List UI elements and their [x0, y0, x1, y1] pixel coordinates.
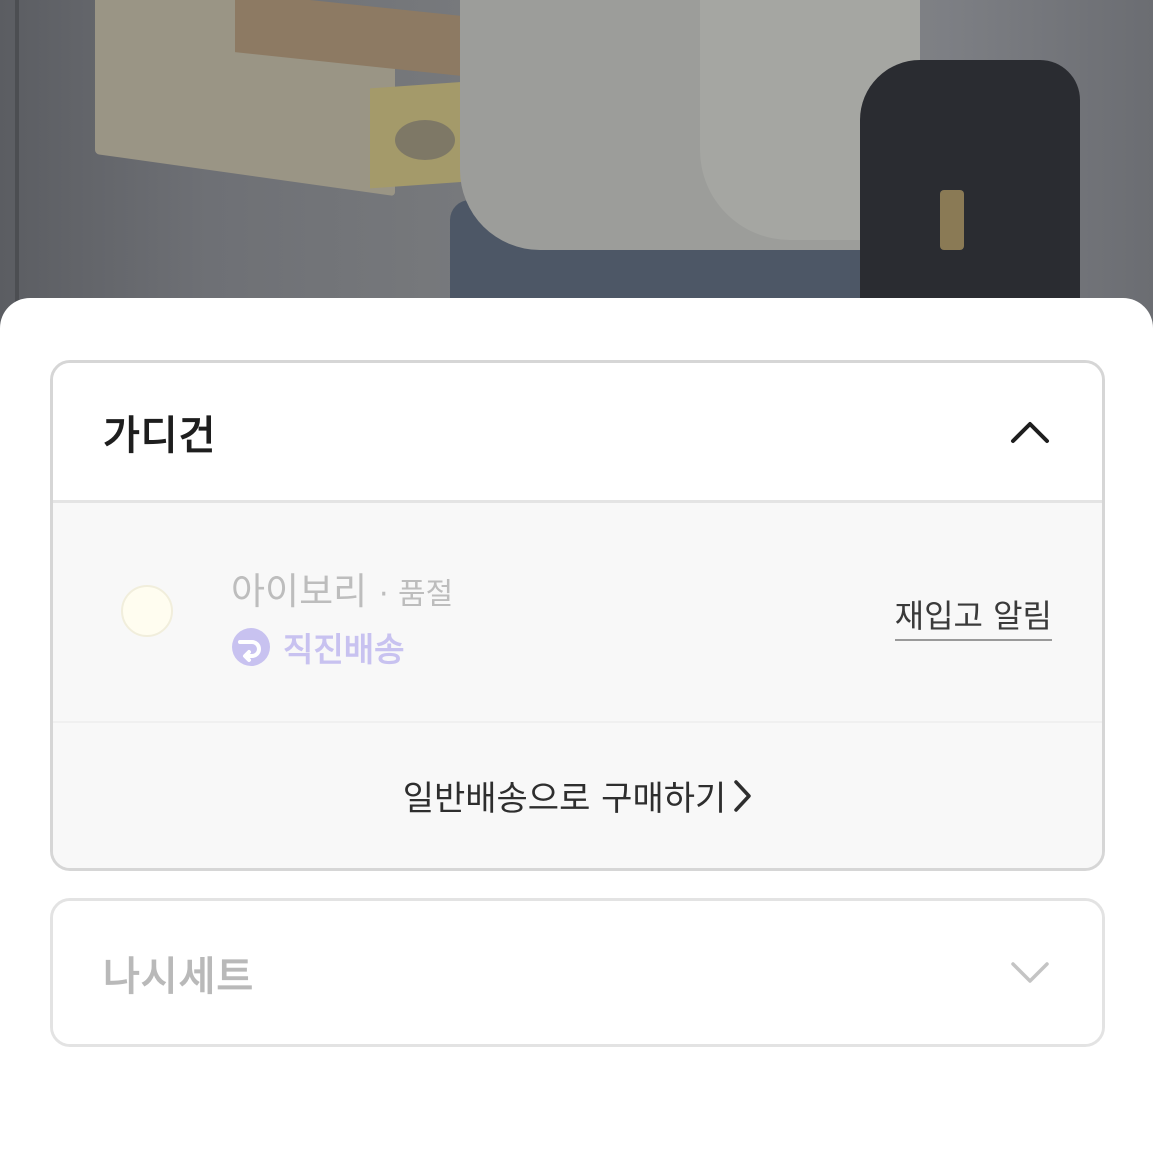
photo-shape: [940, 190, 964, 250]
option-group-title: 나시세트: [103, 953, 255, 1000]
restock-alert-link[interactable]: 재입고 알림: [894, 591, 1052, 641]
option-name: 아이보리: [231, 570, 368, 613]
option-bottom-sheet: 가디건 아이보리 · 품절 직진배송 재입고 알림 일반배송으로 구매하기 나시…: [0, 298, 1153, 1153]
option-group-title: 가디건: [103, 412, 217, 459]
option-group-header[interactable]: 가디건: [53, 363, 1102, 503]
photo-shape: [860, 60, 1080, 330]
chevron-right-icon: [732, 779, 752, 813]
option-group-header[interactable]: 나시세트: [53, 901, 1102, 1044]
general-delivery-purchase-label: 일반배송으로 구매하기: [402, 779, 727, 819]
sold-out-status: · 품절: [378, 577, 454, 612]
photo-shape: [15, 0, 19, 330]
color-swatch: [121, 585, 173, 637]
option-list: 아이보리 · 품절 직진배송 재입고 알림 일반배송으로 구매하기: [53, 503, 1102, 868]
chevron-down-icon[interactable]: [1008, 951, 1052, 995]
product-photo-backdrop: [0, 0, 1153, 330]
option-group-cardigan: 가디건 아이보리 · 품절 직진배송 재입고 알림 일반배송으로 구매하기: [50, 360, 1105, 871]
chevron-up-icon[interactable]: [1008, 410, 1052, 454]
delivery-badge: 직진배송: [231, 623, 404, 671]
option-name-wrap: 아이보리 · 품절: [231, 561, 453, 615]
delivery-label: 직진배송: [283, 630, 405, 669]
photo-shape: [395, 120, 455, 160]
general-delivery-purchase-link[interactable]: 일반배송으로 구매하기: [53, 723, 1102, 868]
direct-delivery-icon: [231, 627, 271, 667]
option-group-sleeveless-set: 나시세트: [50, 898, 1105, 1047]
option-item[interactable]: 아이보리 · 품절 직진배송 재입고 알림: [53, 503, 1102, 723]
